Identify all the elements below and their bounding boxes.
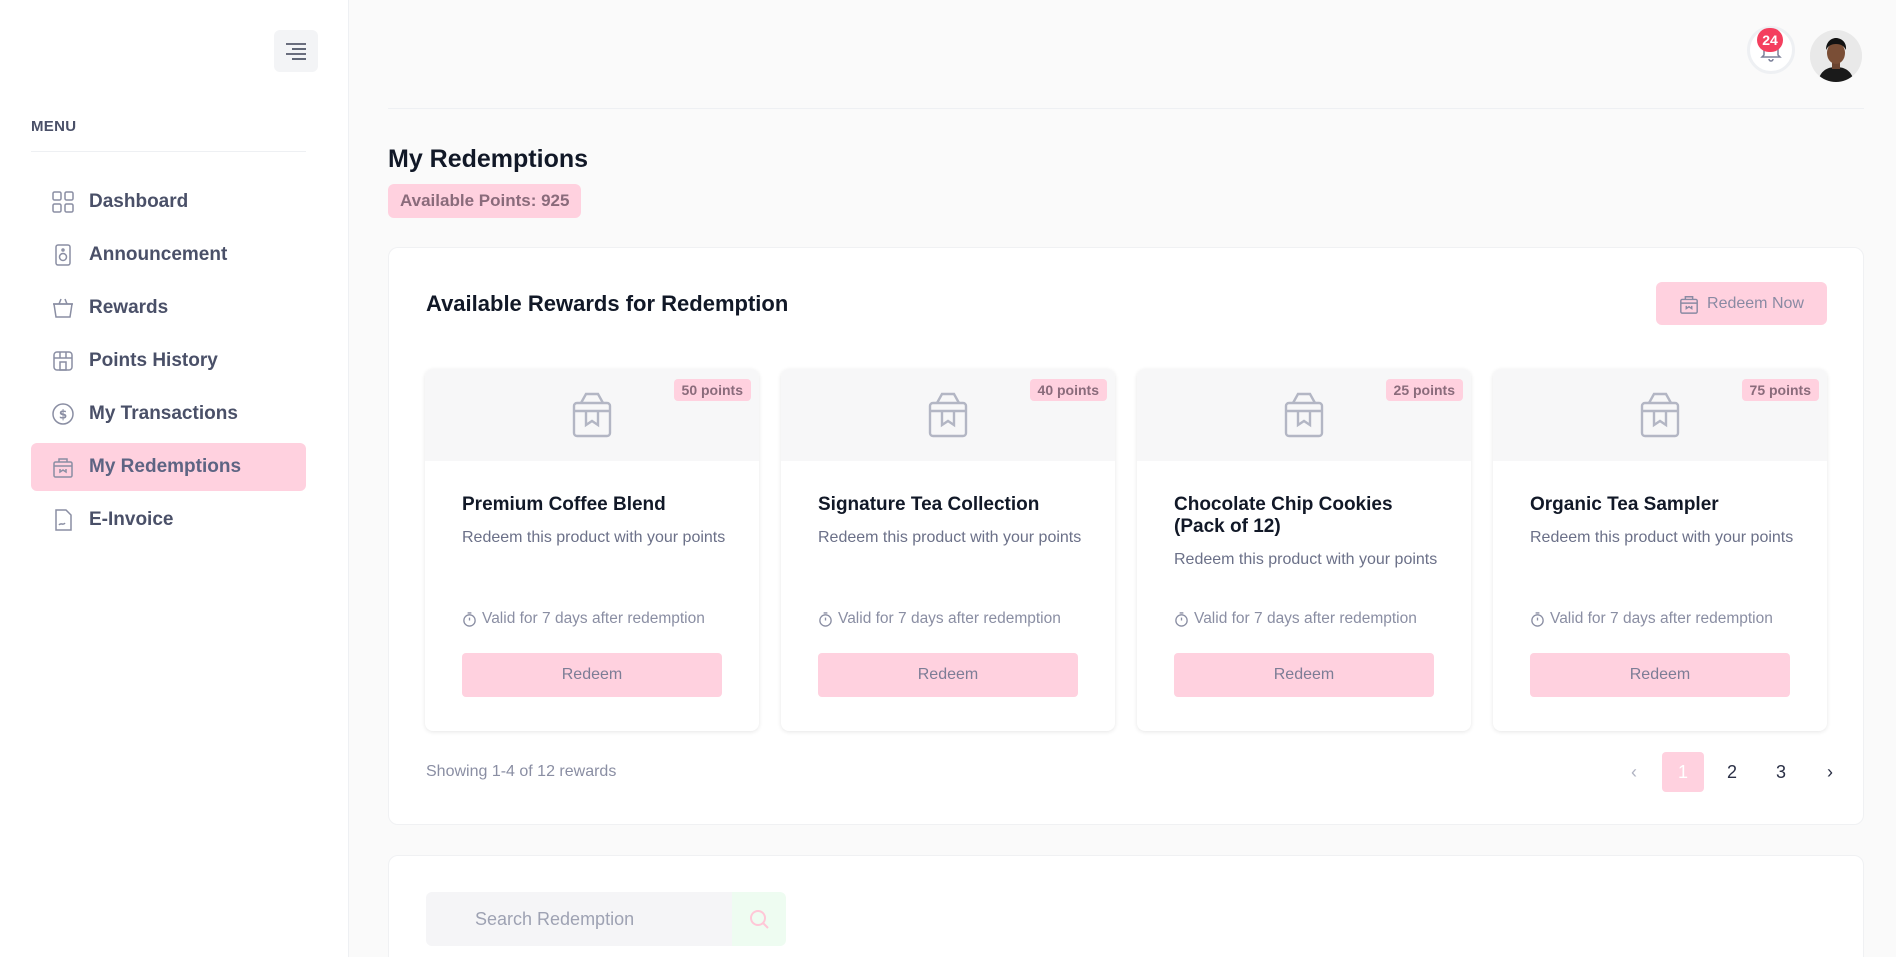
redeem-now-button[interactable]: Redeem Now [1656, 282, 1827, 325]
validity-text: Valid for 7 days after redemption [838, 610, 1061, 627]
redeem-button[interactable]: Redeem [1174, 653, 1434, 697]
reward-name: Premium Coffee Blend [462, 494, 666, 515]
next-page-button[interactable]: › [1809, 752, 1851, 792]
sidebar-item-e-invoice[interactable]: E-Invoice [31, 496, 306, 544]
pagination: ‹ 1 2 3 › [1606, 752, 1851, 792]
rewards-grid: 50 points Premium Coffee Blend Redeem th… [425, 369, 1828, 731]
validity-text: Valid for 7 days after redemption [1194, 610, 1417, 627]
sidebar: MENU Dashboard Announcement Rewards Poin… [0, 0, 349, 957]
avatar[interactable] [1810, 30, 1862, 82]
timer-icon [1174, 611, 1189, 627]
reward-image: 40 points [781, 369, 1115, 461]
sidebar-item-points-history[interactable]: Points History [31, 337, 306, 385]
shopping-bag-icon [51, 455, 75, 479]
reward-validity: Valid for 7 days after redemption [462, 610, 705, 628]
page-button-2[interactable]: 2 [1711, 752, 1753, 792]
prev-page-button[interactable]: ‹ [1613, 752, 1655, 792]
search-icon [750, 910, 769, 929]
search-button[interactable] [732, 892, 786, 946]
gift-box-icon [1284, 392, 1324, 438]
menu-lines-icon [286, 43, 306, 60]
reward-card: 75 points Organic Tea Sampler Redeem thi… [1493, 369, 1827, 731]
reward-name: Chocolate Chip Cookies (Pack of 12) [1174, 494, 1393, 537]
points-tag: 25 points [1385, 379, 1463, 401]
reward-body: Organic Tea Sampler Redeem this product … [1493, 461, 1827, 731]
svg-text:$: $ [59, 408, 67, 422]
reward-card: 25 points Chocolate Chip Cookies (Pack o… [1137, 369, 1471, 731]
sidebar-item-label: Dashboard [89, 191, 189, 212]
redeem-button[interactable]: Redeem [818, 653, 1078, 697]
rewards-panel: Available Rewards for Redemption Redeem … [388, 247, 1864, 825]
gift-box-icon [572, 392, 612, 438]
reward-image: 50 points [425, 369, 759, 461]
reward-body: Signature Tea Collection Redeem this pro… [781, 461, 1115, 731]
points-tag: 75 points [1741, 379, 1819, 401]
menu-label: MENU [31, 118, 77, 135]
sidebar-item-announcement[interactable]: Announcement [31, 231, 306, 279]
page-button-3[interactable]: 3 [1760, 752, 1802, 792]
gift-box-icon [928, 392, 968, 438]
reward-description: Redeem this product with your points [818, 529, 1082, 546]
reward-card: 40 points Signature Tea Collection Redee… [781, 369, 1115, 731]
gift-box-icon [1640, 392, 1680, 438]
sidebar-item-label: E-Invoice [89, 509, 174, 530]
showing-count: Showing 1-4 of 12 rewards [426, 763, 617, 780]
redeem-now-label: Redeem Now [1707, 294, 1804, 312]
user-avatar-icon [1810, 30, 1862, 82]
reward-description: Redeem this product with your points [1530, 529, 1794, 546]
reward-body: Premium Coffee Blend Redeem this product… [425, 461, 759, 731]
sidebar-item-rewards[interactable]: Rewards [31, 284, 306, 332]
sidebar-item-label: Rewards [89, 297, 169, 318]
notification-badge: 24 [1757, 28, 1783, 52]
document-icon [51, 508, 75, 532]
reward-description: Redeem this product with your points [462, 529, 726, 546]
validity-text: Valid for 7 days after redemption [482, 610, 705, 627]
reward-name: Organic Tea Sampler [1530, 494, 1719, 515]
redeem-button[interactable]: Redeem [1530, 653, 1790, 697]
points-tag: 50 points [673, 379, 751, 401]
sidebar-item-my-redemptions[interactable]: My Redemptions [31, 443, 306, 491]
grid-icon [51, 190, 75, 214]
search-input[interactable] [426, 892, 732, 946]
sidebar-item-label: Points History [89, 350, 218, 371]
reward-image: 25 points [1137, 369, 1471, 461]
store-icon [51, 349, 75, 373]
header-divider [388, 108, 1864, 109]
reward-name: Signature Tea Collection [818, 494, 1040, 515]
validity-text: Valid for 7 days after redemption [1550, 610, 1773, 627]
basket-icon [51, 296, 75, 320]
timer-icon [1530, 611, 1545, 627]
reward-card: 50 points Premium Coffee Blend Redeem th… [425, 369, 759, 731]
sidebar-item-dashboard[interactable]: Dashboard [31, 178, 306, 226]
timer-icon [818, 611, 833, 627]
points-tag: 40 points [1029, 379, 1107, 401]
sidebar-item-label: Announcement [89, 244, 228, 265]
reward-validity: Valid for 7 days after redemption [818, 610, 1061, 628]
dollar-circle-icon: $ [51, 402, 75, 426]
available-points-badge: Available Points: 925 [388, 184, 582, 218]
reward-validity: Valid for 7 days after redemption [1530, 610, 1773, 628]
redemptions-panel [388, 855, 1864, 957]
menu-divider [31, 151, 306, 152]
redeem-button[interactable]: Redeem [462, 653, 722, 697]
speaker-icon [51, 243, 75, 267]
reward-description: Redeem this product with your points [1174, 551, 1438, 568]
reward-validity: Valid for 7 days after redemption [1174, 610, 1417, 628]
sidebar-item-my-transactions[interactable]: $ My Transactions [31, 390, 306, 438]
rewards-panel-title: Available Rewards for Redemption [426, 291, 789, 316]
page-title: My Redemptions [388, 145, 589, 173]
sidebar-nav: Dashboard Announcement Rewards Points Hi… [31, 178, 306, 549]
timer-icon [462, 611, 477, 627]
reward-image: 75 points [1493, 369, 1827, 461]
sidebar-item-label: My Redemptions [89, 456, 242, 477]
page-button-1[interactable]: 1 [1662, 752, 1704, 792]
menu-toggle-button[interactable] [274, 30, 318, 72]
sidebar-item-label: My Transactions [89, 403, 238, 424]
reward-body: Chocolate Chip Cookies (Pack of 12) Rede… [1137, 461, 1471, 731]
shopping-bag-icon [1679, 294, 1699, 314]
